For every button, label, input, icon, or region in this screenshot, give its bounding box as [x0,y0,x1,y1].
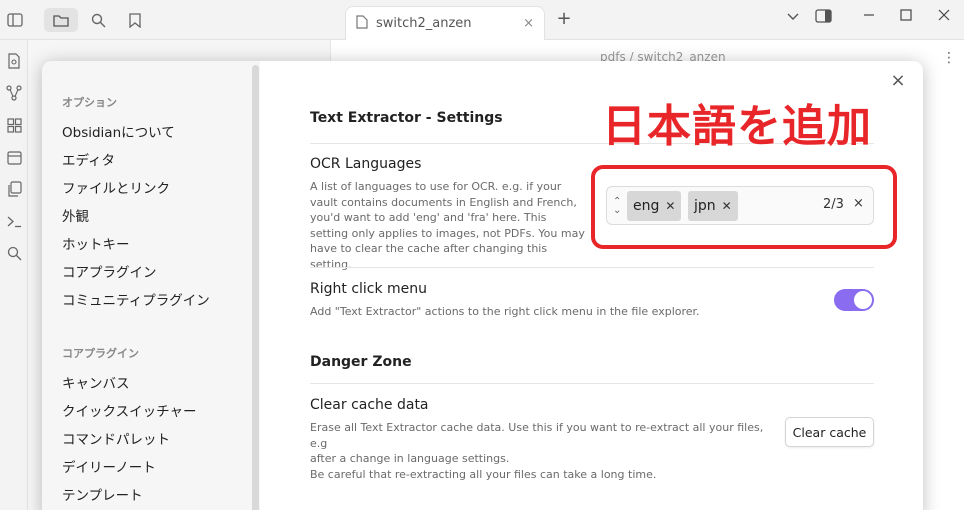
modal-close-icon[interactable]: × [888,70,908,91]
desc-line: after a change in language settings. [310,452,510,465]
ocr-languages-label: OCR Languages [310,156,422,172]
copy-icon[interactable] [5,180,23,198]
settings-sidebar: オプション Obsidianについて エディタ ファイルとリンク 外観 ホットキ… [42,61,260,510]
desc-line: Be careful that re-extracting all your f… [310,467,657,481]
right-click-menu-label: Right click menu [310,281,428,297]
tab-title: switch2_anzen [376,16,472,31]
clear-cache-button[interactable]: Clear cache [785,417,874,447]
divider [310,267,874,268]
canvas-icon[interactable] [5,116,23,134]
ocr-languages-description: A list of languages to use for OCR. e.g.… [310,180,585,271]
desc-line: Erase all Text Extractor cache data. Use… [310,421,764,450]
sidebar-item-daily-notes[interactable]: デイリーノート [62,456,156,476]
left-ribbon [0,40,28,510]
sidebar-item-community-plugins[interactable]: コミュニティプラグイン [62,289,210,309]
clear-cache-description: Erase all Text Extractor cache data. Use… [310,420,770,482]
right-sidebar-toggle-icon[interactable] [812,9,834,27]
window-close-icon[interactable] [933,9,955,25]
terminal-icon[interactable] [5,212,23,230]
sidebar-item-hotkeys[interactable]: ホットキー [62,233,130,253]
right-click-menu-description: Add "Text Extractor" actions to the righ… [310,305,700,318]
graph-view-icon[interactable] [5,84,23,102]
sidebar-item-command-palette[interactable]: コマンドパレット [62,428,170,448]
open-quick-switcher-icon[interactable] [5,52,23,70]
sidebar-heading-core-plugins: コアプラグイン [62,347,139,360]
sidebar-item-core-plugins[interactable]: コアプラグイン [62,261,157,281]
sidebar-scrollbar[interactable] [252,65,259,510]
minimize-icon[interactable] [858,9,880,25]
chevron-down-icon[interactable] [782,9,804,25]
close-tab-icon[interactable]: × [523,16,534,31]
sidebar-item-quick-switcher[interactable]: クイックスイッチャー [62,400,196,420]
search-icon[interactable] [5,244,23,262]
danger-zone-heading: Danger Zone [310,354,412,370]
sidebar-item-files-links[interactable]: ファイルとリンク [62,177,170,197]
right-click-menu-toggle[interactable] [834,289,874,311]
search-icon[interactable] [87,9,109,31]
sidebar-item-editor[interactable]: エディタ [62,149,115,169]
annotation-text: 日本語を追加 [602,101,872,152]
page-title: Text Extractor - Settings [310,110,503,126]
file-icon [356,14,368,33]
title-bar: switch2_anzen × + [0,0,964,40]
sidebar-item-templates[interactable]: テンプレート [62,484,143,504]
annotation-highlight-box [591,165,897,249]
clear-cache-label: Clear cache data [310,397,429,413]
tab-switch2-anzen[interactable]: switch2_anzen × [345,6,545,40]
more-options-icon[interactable]: ⋮ [942,50,956,66]
new-tab-button[interactable]: + [553,8,575,29]
sidebar-item-canvas[interactable]: キャンバス [62,372,130,392]
toggle-knob [854,291,872,309]
sidebar-heading-options: オプション [62,96,117,109]
calendar-icon[interactable] [5,148,23,166]
sidebar-item-about[interactable]: Obsidianについて [62,121,175,141]
divider [310,383,874,384]
bookmark-icon[interactable] [124,9,146,31]
sidebar-toggle-icon[interactable] [4,9,26,31]
sidebar-item-appearance[interactable]: 外観 [62,205,89,225]
folder-icon[interactable] [44,8,78,32]
maximize-icon[interactable] [895,9,917,25]
